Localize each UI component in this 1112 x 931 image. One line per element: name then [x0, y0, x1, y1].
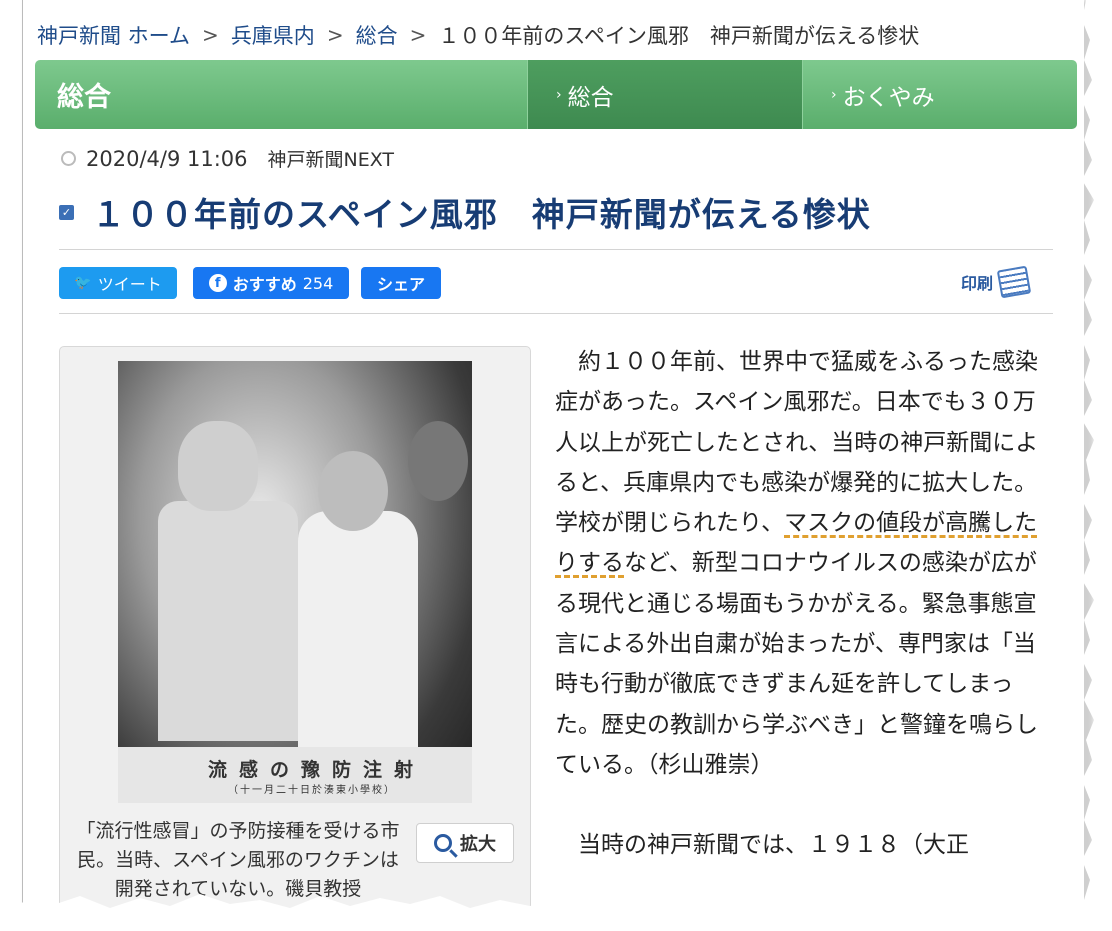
share-button[interactable]: シェア — [361, 267, 441, 299]
breadcrumb-separator: > — [326, 23, 344, 47]
page-frame: 神戸新聞 ホーム > 兵庫県内 > 総合 > １００年前のスペイン風邪 神戸新聞… — [22, 0, 1084, 910]
torn-edge-right — [1080, 0, 1112, 931]
breadcrumb-home-link[interactable]: 神戸新聞 ホーム — [37, 20, 190, 50]
breadcrumb-region-link[interactable]: 兵庫県内 — [231, 20, 315, 50]
breadcrumb-separator: > — [409, 23, 427, 47]
tab-sougou[interactable]: › 総合 — [527, 60, 802, 129]
photo-figure-shape — [318, 451, 388, 531]
share-label: シェア — [376, 275, 425, 294]
magnifier-icon — [434, 834, 452, 852]
article-body: 約１００年前、世界中で猛威をふるった感染症があった。スペイン風邪だ。日本でも３０… — [555, 342, 1043, 866]
category-title: 総合 — [57, 82, 111, 113]
checkbox-icon: ✓ — [59, 204, 74, 220]
photo-figure-shape — [408, 421, 468, 501]
photo-figure: 流感の豫防注射 （十一月二十日於湊東小學校） 「流行性感冒」の予防接種を受ける市… — [59, 346, 531, 910]
photo-figure-shape — [298, 511, 418, 771]
tweet-button[interactable]: 🐦 ツイート — [59, 267, 177, 299]
breadcrumb: 神戸新聞 ホーム > 兵庫県内 > 総合 > １００年前のスペイン風邪 神戸新聞… — [37, 20, 919, 50]
print-label: 印刷 — [961, 274, 994, 293]
clock-icon — [61, 151, 76, 166]
divider — [59, 313, 1053, 314]
article-photo[interactable]: 流感の豫防注射 （十一月二十日於湊東小學校） — [118, 361, 472, 803]
article-paragraph: 当時の神戸新聞では、１９１８（大正 — [578, 832, 969, 859]
breadcrumb-section-link[interactable]: 総合 — [356, 20, 398, 50]
photo-figure-shape — [158, 501, 298, 741]
article-source: 神戸新聞NEXT — [267, 149, 395, 171]
photo-figure-shape — [178, 421, 258, 511]
facebook-recommend-button[interactable]: f おすすめ 254 — [193, 267, 349, 299]
photo-embedded-subtitle: （十一月二十日於湊東小學校） — [228, 785, 396, 796]
recommend-label: おすすめ — [232, 275, 297, 294]
article-title: １００年前のスペイン風邪 神戸新聞が伝える惨状 — [92, 195, 871, 234]
torn-edge-bottom — [0, 894, 1112, 931]
tab-label: 総合 — [567, 84, 614, 111]
breadcrumb-current: １００年前のスペイン風邪 神戸新聞が伝える惨状 — [438, 24, 920, 48]
category-bar: 総合 › 総合 › おくやみ — [35, 60, 1077, 129]
chevron-right-icon: › — [556, 86, 562, 103]
tweet-label: ツイート — [97, 275, 162, 294]
zoom-label: 拡大 — [460, 834, 496, 855]
facebook-icon: f — [208, 274, 227, 292]
publish-datetime: 2020/4/9 11:06 — [86, 146, 248, 171]
paragraph-text: など、新型コロナウイルスの感染が広がる現代と通じる場面もうかがえる。緊急事態宣言… — [555, 550, 1038, 778]
chevron-right-icon: › — [831, 86, 837, 103]
photo-embedded-caption: 流感の豫防注射 （十一月二十日於湊東小學校） — [118, 747, 472, 803]
breadcrumb-separator: > — [202, 23, 219, 47]
article-paragraph: 約１００年前、世界中で猛威をふるった感染症があった。スペイン風邪だ。日本でも３０… — [555, 342, 1043, 785]
print-button[interactable]: 印刷 — [961, 265, 1032, 299]
article-meta: 2020/4/9 11:06 神戸新聞NEXT — [61, 145, 394, 172]
recommend-count: 254 — [302, 273, 334, 293]
photo-embedded-title: 流感の豫防注射 — [208, 759, 426, 781]
tab-label: おくやみ — [842, 84, 935, 111]
twitter-bird-icon: 🐦 — [74, 275, 92, 291]
paragraph-text: 約１００年前、世界中で猛威をふるった感染症があった。スペイン風邪だ。日本でも３０… — [555, 349, 1039, 537]
print-document-icon — [996, 265, 1032, 299]
zoom-button[interactable]: 拡大 — [416, 823, 514, 863]
tab-okuyami[interactable]: › おくやみ — [802, 60, 1077, 129]
divider — [59, 249, 1053, 250]
headline-row: ✓ １００年前のスペイン風邪 神戸新聞が伝える惨状 — [59, 188, 871, 236]
